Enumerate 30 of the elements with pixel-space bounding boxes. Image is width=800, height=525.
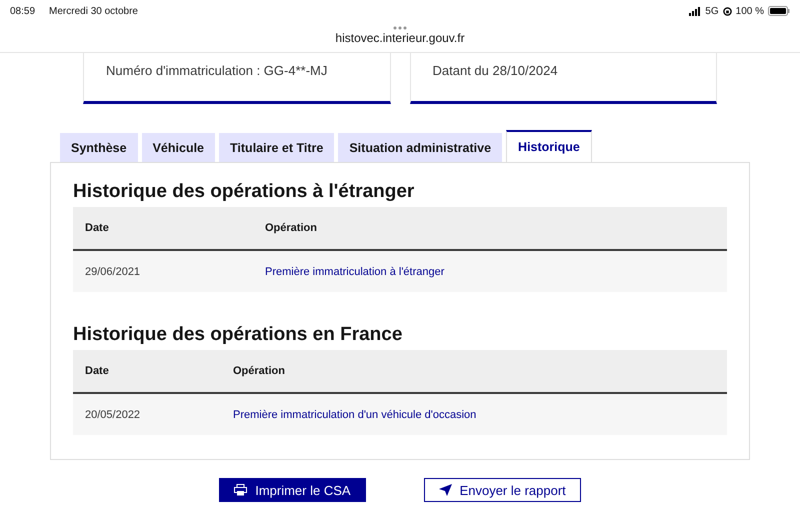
info-card: Numéro d'immatriculation : GG-4**-MJ [83, 53, 390, 104]
status-time: 08:59 [10, 6, 36, 16]
printer-icon [234, 484, 248, 496]
section-title: Historique des opérations en France [73, 324, 404, 346]
tab[interactable]: Véhicule [142, 133, 216, 162]
operation-link[interactable]: Première immatriculation à l'étranger [265, 266, 444, 278]
print-button[interactable]: Imprimer le CSA [219, 478, 366, 502]
info-card: Datant du 28/10/2024 [410, 53, 717, 104]
orientation-lock-icon [722, 6, 732, 16]
signal-icon [689, 6, 702, 16]
network-label: 5G [705, 6, 719, 16]
send-icon [438, 484, 452, 496]
column-header: Opération [253, 207, 727, 250]
table-cell: 20/05/2022 [73, 393, 221, 435]
send-button[interactable]: Envoyer le rapport [424, 478, 581, 502]
column-header: Date [73, 207, 253, 250]
column-header: Date [73, 350, 221, 393]
operation-link[interactable]: Première immatriculation d'un véhicule d'occasion [233, 408, 476, 420]
page-url[interactable]: histovec.interieur.gouv.fr [335, 31, 465, 45]
more-dots-icon[interactable] [393, 26, 407, 30]
battery-icon [768, 6, 790, 16]
tab[interactable]: Historique [506, 130, 592, 162]
status-date: Mercredi 30 octobre [49, 6, 138, 16]
tab[interactable]: Situation administrative [338, 133, 502, 162]
section-title: Historique des opérations à l'étranger [73, 181, 416, 203]
tab[interactable]: Titulaire et Titre [219, 133, 334, 162]
column-header: Opération [221, 350, 727, 393]
battery-percent: 100 % [736, 6, 764, 16]
tab[interactable]: Synthèse [60, 133, 138, 162]
table-cell: 29/06/2021 [73, 250, 253, 292]
